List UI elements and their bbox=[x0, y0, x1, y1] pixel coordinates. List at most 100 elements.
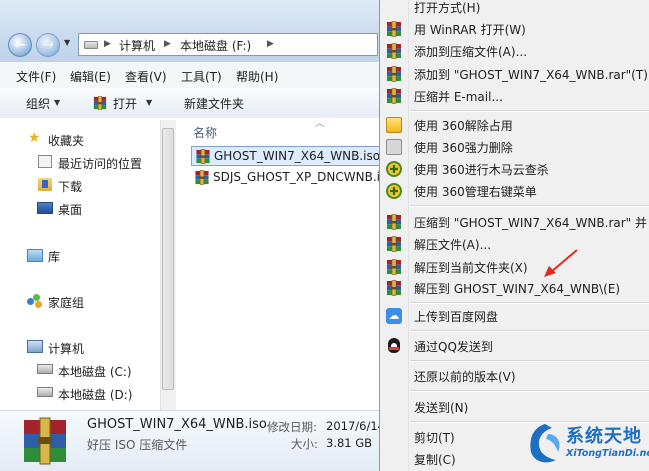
menu-separator bbox=[410, 390, 649, 392]
breadcrumb-computer[interactable]: 计算机 bbox=[119, 37, 155, 54]
menu-item-label: 压缩到 "GHOST_WIN7_X64_WNB.rar" 并 E bbox=[414, 216, 649, 230]
nav-scrollbar-thumb[interactable] bbox=[162, 128, 174, 390]
nav-homegroup[interactable]: 家庭组 bbox=[48, 294, 84, 311]
menu-item-label: 剪切(T) bbox=[414, 431, 455, 445]
downloads-folder-icon bbox=[38, 178, 52, 191]
shredder-icon bbox=[386, 139, 402, 155]
details-size-value: 3.81 GB bbox=[326, 436, 373, 450]
winrar-icon bbox=[386, 88, 402, 104]
menu-item-label: 复制(C) bbox=[414, 453, 456, 467]
star-icon: ★ bbox=[28, 130, 41, 146]
menu-tools[interactable]: 工具(T) bbox=[181, 68, 222, 85]
sort-chevron-icon: ︿ bbox=[315, 119, 325, 129]
menu-upload-baidu[interactable]: ☁ 上传到百度网盘 bbox=[380, 305, 649, 327]
menu-item-label: 发送到(N) bbox=[414, 401, 469, 415]
forward-arrow-icon[interactable]: → bbox=[36, 33, 60, 57]
file-row[interactable]: SDJS_GHOST_XP_DNCWNB.i bbox=[191, 168, 380, 188]
rar-archive-icon bbox=[194, 170, 210, 185]
menu-edit[interactable]: 编辑(E) bbox=[70, 68, 111, 85]
menu-item-label: 使用 360解除占用 bbox=[414, 119, 513, 133]
chevron-down-icon[interactable]: ▼ bbox=[54, 98, 60, 107]
details-file-name: GHOST_WIN7_X64_WNB.iso bbox=[87, 417, 267, 432]
nav-library[interactable]: 库 bbox=[48, 248, 60, 265]
menu-separator bbox=[410, 360, 649, 362]
context-menu: 打开方式(H) 用 WinRAR 打开(W) 添加到压缩文件(A)... 添加到… bbox=[379, 0, 649, 471]
details-size-label: 大小: bbox=[291, 437, 318, 451]
menu-compress-to-rar-email[interactable]: 压缩到 "GHOST_WIN7_X64_WNB.rar" 并 E bbox=[380, 211, 649, 233]
nav-computer[interactable]: 计算机 bbox=[48, 340, 84, 357]
details-modified-label: 修改日期: bbox=[267, 420, 317, 434]
nav-drive-d[interactable]: 本地磁盘 (D:) bbox=[58, 386, 132, 403]
menu-file[interactable]: 文件(F) bbox=[16, 68, 56, 85]
new-folder-button[interactable]: 新建文件夹 bbox=[184, 95, 244, 112]
menu-item-label: 打开方式(H) bbox=[414, 1, 481, 15]
menu-add-archive[interactable]: 添加到压缩文件(A)... bbox=[380, 40, 649, 62]
winrar-icon bbox=[386, 214, 402, 230]
menu-compress-email[interactable]: 压缩并 E-mail... bbox=[380, 85, 649, 107]
address-bar[interactable]: ▶ 计算机 ▶ 本地磁盘 (F:) ▶ bbox=[78, 33, 378, 56]
menu-help[interactable]: 帮助(H) bbox=[236, 68, 278, 85]
menu-item-label: 添加到 "GHOST_WIN7_X64_WNB.rar"(T) bbox=[414, 68, 648, 82]
open-button[interactable]: 打开 bbox=[113, 95, 137, 112]
menu-open-with[interactable]: 打开方式(H) bbox=[380, 0, 649, 18]
menu-extract-to-folder[interactable]: 解压到 GHOST_WIN7_X64_WNB\(E) bbox=[380, 277, 649, 299]
organize-button[interactable]: 组织 bbox=[26, 95, 50, 112]
menu-item-label: 添加到压缩文件(A)... bbox=[414, 45, 528, 59]
winrar-icon bbox=[386, 236, 402, 252]
chevron-down-icon[interactable]: ▼ bbox=[146, 98, 152, 107]
menu-extract-files[interactable]: 解压文件(A)... bbox=[380, 233, 649, 255]
menu-item-label: 解压到 GHOST_WIN7_X64_WNB\(E) bbox=[414, 282, 621, 296]
nav-scrollbar[interactable] bbox=[160, 120, 176, 410]
details-modified-value: 2017/6/14 bbox=[326, 419, 380, 433]
menu-360-manage-menu[interactable]: 使用 360管理右键菜单 bbox=[380, 180, 649, 202]
winrar-icon bbox=[386, 280, 402, 296]
rar-archive-large-icon bbox=[24, 417, 66, 465]
back-arrow-icon[interactable]: ← bbox=[8, 33, 32, 57]
nav-drive-c[interactable]: 本地磁盘 (C:) bbox=[58, 363, 132, 380]
drive-d-icon bbox=[37, 387, 53, 397]
menu-360-force-delete[interactable]: 使用 360强力删除 bbox=[380, 136, 649, 158]
file-row-selected[interactable]: GHOST_WIN7_X64_WNB.iso bbox=[191, 146, 380, 166]
column-header-name[interactable]: 名称 bbox=[193, 124, 217, 141]
menu-add-to-rar[interactable]: 添加到 "GHOST_WIN7_X64_WNB.rar"(T) bbox=[380, 63, 649, 85]
history-dropdown-icon[interactable]: ▼ bbox=[64, 38, 74, 50]
command-bar: 组织 ▼ 打开 ▼ 新建文件夹 bbox=[0, 88, 380, 119]
nav-desktop[interactable]: 桌面 bbox=[58, 201, 82, 218]
breadcrumb-separator-icon[interactable]: ▶ bbox=[164, 39, 171, 49]
menu-winrar-open[interactable]: 用 WinRAR 打开(W) bbox=[380, 18, 649, 40]
red-annotation-arrow-icon bbox=[544, 249, 578, 277]
nav-favorites[interactable]: 收藏夹 bbox=[48, 132, 84, 149]
homegroup-icon bbox=[27, 294, 43, 308]
menu-item-label: 使用 360管理右键菜单 bbox=[414, 185, 537, 199]
recent-places-icon bbox=[38, 155, 52, 168]
breadcrumb-separator-icon[interactable]: ▶ bbox=[104, 39, 111, 49]
breadcrumb-separator-icon[interactable]: ▶ bbox=[267, 39, 274, 49]
menu-restore-versions[interactable]: 还原以前的版本(V) bbox=[380, 365, 649, 387]
menu-item-label: 用 WinRAR 打开(W) bbox=[414, 23, 526, 37]
watermark-title: 系统天地 bbox=[566, 426, 642, 447]
winrar-icon bbox=[386, 259, 402, 275]
menu-extract-here[interactable]: 解压到当前文件夹(X) bbox=[380, 256, 649, 278]
menu-view[interactable]: 查看(V) bbox=[125, 68, 167, 85]
qq-penguin-icon bbox=[386, 338, 402, 354]
details-pane: GHOST_WIN7_X64_WNB.iso 好压 ISO 压缩文件 修改日期:… bbox=[0, 410, 380, 471]
drive-icon bbox=[84, 41, 98, 49]
menu-separator bbox=[410, 110, 649, 112]
menu-separator bbox=[410, 330, 649, 332]
breadcrumb-drive-f[interactable]: 本地磁盘 (F:) bbox=[180, 37, 251, 54]
rar-archive-icon bbox=[93, 96, 107, 110]
menu-360-trojan-scan[interactable]: 使用 360进行木马云查杀 bbox=[380, 158, 649, 180]
menu-item-label: 压缩并 E-mail... bbox=[414, 90, 503, 104]
menu-send-to[interactable]: 发送到(N) bbox=[380, 396, 649, 418]
nav-downloads[interactable]: 下载 bbox=[58, 178, 82, 195]
file-name: SDJS_GHOST_XP_DNCWNB.i bbox=[213, 170, 380, 184]
menu-separator bbox=[410, 302, 649, 304]
menu-360-unlock[interactable]: 使用 360解除占用 bbox=[380, 114, 649, 136]
site-watermark: 系统天地 XiTongTianDi.net bbox=[526, 418, 649, 471]
file-name: GHOST_WIN7_X64_WNB.iso bbox=[214, 149, 380, 163]
menu-separator bbox=[410, 205, 649, 207]
menu-send-qq[interactable]: 通过QQ发送到 bbox=[380, 335, 649, 357]
menu-item-label: 使用 360强力删除 bbox=[414, 141, 513, 155]
360-shield-icon bbox=[386, 183, 402, 199]
nav-recent-places[interactable]: 最近访问的位置 bbox=[58, 155, 142, 172]
